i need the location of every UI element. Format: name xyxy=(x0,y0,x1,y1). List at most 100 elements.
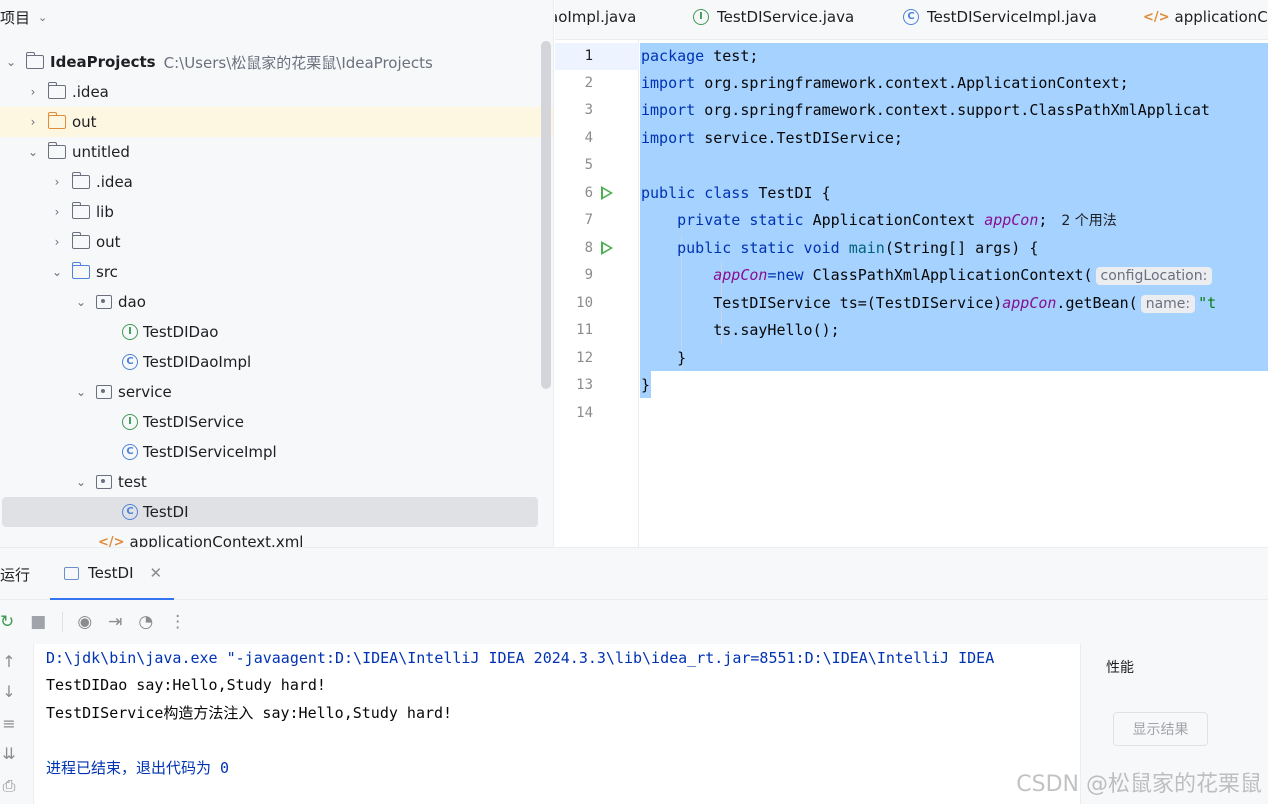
tree-item-untitled[interactable]: ⌄ untitled xyxy=(0,137,538,167)
tab-daoimpl[interactable]: aoImpl.java xyxy=(555,0,636,34)
usage-hint[interactable]: 2 个用法 xyxy=(1061,213,1116,229)
tab-applicationcontext[interactable]: </> applicationCo xyxy=(1139,0,1268,34)
tree-item-dao[interactable]: ⌄ dao xyxy=(0,287,538,317)
tree-item-testdiservice[interactable]: I TestDIService xyxy=(0,407,538,437)
exit-icon[interactable]: ⇥ xyxy=(108,612,122,632)
chevron-down-icon[interactable]: ⌄ xyxy=(38,11,47,24)
line-number: 3 xyxy=(584,102,593,118)
line-number: 8 xyxy=(584,240,593,256)
show-results-button[interactable]: 显示结果 xyxy=(1113,712,1208,746)
interface-icon: I xyxy=(122,324,138,340)
code-line-13: } xyxy=(641,376,651,394)
more-icon[interactable]: ⋮ xyxy=(169,612,186,632)
tree-item-testdiserviceimpl[interactable]: C TestDIServiceImpl xyxy=(0,437,538,467)
scroll-to-end-icon[interactable]: ⇊ xyxy=(0,744,18,763)
code-line-12: } xyxy=(641,349,687,367)
run-tab-testdi[interactable]: TestDI ✕ xyxy=(50,548,174,600)
tree-item-src[interactable]: ⌄ src xyxy=(0,257,538,287)
tree-item-label: .idea xyxy=(96,173,133,191)
folder-icon xyxy=(47,82,66,99)
console-line: TestDIDao say:Hello,Study hard! xyxy=(46,676,326,694)
tree-item-lib[interactable]: › lib xyxy=(0,197,538,227)
chevron-down-icon[interactable]: ⌄ xyxy=(74,385,88,399)
tree-item-out[interactable]: › out xyxy=(0,107,553,137)
code-line-3: import org.springframework.context.suppo… xyxy=(641,97,1210,124)
chevron-down-icon[interactable]: ⌄ xyxy=(74,295,88,309)
gauge-icon[interactable]: ◔ xyxy=(138,612,153,632)
line-number: 11 xyxy=(576,322,593,338)
arrow-down-icon[interactable]: ↓ xyxy=(0,682,18,701)
chevron-right-icon[interactable]: › xyxy=(50,175,64,189)
tree-item-root[interactable]: ⌄ IdeaProjects C:\Users\松鼠家的花栗鼠\IdeaProj… xyxy=(0,47,538,77)
line-number: 10 xyxy=(576,295,593,311)
toolbar-separator xyxy=(62,612,64,632)
interface-icon: I xyxy=(122,414,138,430)
code-line-8: public static void main(String[] args) { xyxy=(641,235,1038,262)
chevron-down-icon[interactable]: ⌄ xyxy=(26,145,40,159)
tree-item-testdidao[interactable]: I TestDIDao xyxy=(0,317,538,347)
run-panel-title: 运行 xyxy=(0,566,31,584)
code-line-1: package test; xyxy=(641,43,758,70)
chevron-down-icon[interactable]: ⌄ xyxy=(74,475,88,489)
tree-item-untitled-out[interactable]: › out xyxy=(0,227,538,257)
console-line: TestDIService构造方法注入 say:Hello,Study hard… xyxy=(46,704,453,722)
chevron-down-icon[interactable]: ⌄ xyxy=(50,265,64,279)
rerun-icon[interactable]: ↻ xyxy=(0,612,14,632)
code-text: service.TestDIService; xyxy=(695,129,903,147)
code-editor[interactable]: 1 2 3 4 5 6 7 8 9 10 11 12 13 14 package… xyxy=(555,40,1268,547)
soft-wrap-icon[interactable]: ≡ xyxy=(0,714,18,733)
keyword: package xyxy=(641,47,705,65)
tab-label: TestDIService.java xyxy=(717,8,855,26)
camera-icon[interactable]: ◉ xyxy=(77,612,92,632)
tab-testdiserviceimpl[interactable]: C TestDIServiceImpl.java xyxy=(899,0,1097,34)
package-icon xyxy=(96,475,112,489)
watermark: CSDN @松鼠家的花栗鼠 xyxy=(1016,772,1262,797)
tree-item-untitled-idea[interactable]: › .idea xyxy=(0,167,538,197)
field-name: appCon xyxy=(1002,294,1057,312)
class-icon: C xyxy=(122,444,138,460)
console-output[interactable]: D:\jdk\bin\java.exe "-javaagent:D:\IDEA\… xyxy=(34,644,1080,804)
print-icon[interactable]: ⎙ xyxy=(0,776,18,796)
console-line: D:\jdk\bin\java.exe "-javaagent:D:\IDEA\… xyxy=(46,649,995,667)
code-line-6: public class TestDI { xyxy=(641,180,831,207)
code-text: ; xyxy=(1038,211,1048,229)
chevron-right-icon[interactable]: › xyxy=(26,115,40,129)
tree-item-service[interactable]: ⌄ service xyxy=(0,377,538,407)
tree-item-idea[interactable]: › .idea xyxy=(0,77,538,107)
project-scrollbar[interactable] xyxy=(541,41,551,389)
chevron-right-icon[interactable]: › xyxy=(50,235,64,249)
keyword: =new xyxy=(767,266,804,284)
run-main-icon[interactable] xyxy=(601,241,613,255)
parameter-hint: name: xyxy=(1140,295,1196,313)
code-text: test; xyxy=(704,47,759,65)
class-icon: C xyxy=(122,354,138,370)
tree-item-testdi[interactable]: C TestDI xyxy=(2,497,538,527)
tab-testdiservice[interactable]: I TestDIService.java xyxy=(689,0,854,34)
keyword: import xyxy=(641,129,696,147)
tree-item-test[interactable]: ⌄ test xyxy=(0,467,538,497)
arrow-up-icon[interactable]: ↑ xyxy=(0,652,18,671)
line-number: 7 xyxy=(584,212,593,228)
tree-item-applicationcontext[interactable]: </> applicationContext.xml xyxy=(0,527,538,547)
tree-item-testdidaoimpl[interactable]: C TestDIDaoImpl xyxy=(0,347,538,377)
project-header[interactable]: 项目 ⌄ xyxy=(0,0,553,34)
tree-item-label: src xyxy=(96,263,118,281)
line-number: 6 xyxy=(584,185,593,201)
tab-label: applicationCo xyxy=(1174,8,1268,26)
package-icon xyxy=(96,385,112,399)
method-name: main xyxy=(839,239,885,257)
chevron-right-icon[interactable]: › xyxy=(26,85,40,99)
keyword: public class xyxy=(641,184,750,202)
line-number: 2 xyxy=(584,75,593,91)
line-number: 13 xyxy=(576,377,593,393)
close-icon[interactable]: ✕ xyxy=(150,564,163,582)
run-class-icon[interactable] xyxy=(601,186,613,200)
chevron-down-icon[interactable]: ⌄ xyxy=(4,55,18,69)
chevron-right-icon[interactable]: › xyxy=(50,205,64,219)
run-tab-label: TestDI xyxy=(88,564,134,582)
line-number: 12 xyxy=(576,350,593,366)
stop-icon[interactable]: ■ xyxy=(30,612,46,632)
folder-icon xyxy=(71,172,90,189)
xml-file-icon: </> xyxy=(1143,9,1170,25)
keyword: import xyxy=(641,101,696,119)
